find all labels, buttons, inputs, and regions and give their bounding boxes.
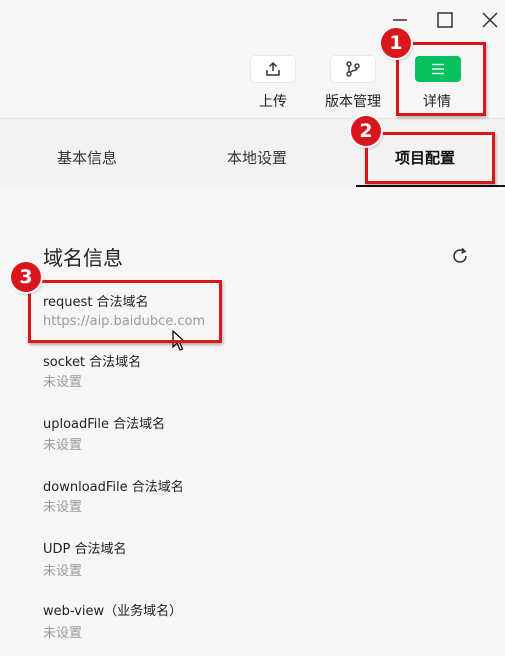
domain-item-value: 未设置: [43, 500, 83, 515]
domain-item-label: web-view（业务域名）: [43, 604, 183, 619]
domain-item-value: 未设置: [43, 438, 83, 453]
maximize-button[interactable]: [430, 6, 460, 34]
version-management-label: 版本管理: [325, 94, 381, 110]
tab-local-settings[interactable]: 本地设置: [227, 147, 287, 168]
close-button[interactable]: [475, 6, 505, 34]
maximize-icon: [437, 12, 453, 28]
annotation-badge-2: 2: [351, 116, 381, 146]
annotation-badge-3: 3: [11, 262, 41, 292]
refresh-icon[interactable]: [449, 245, 471, 267]
domain-item-label: downloadFile 合法域名: [43, 480, 184, 495]
domain-item-label: UDP 合法域名: [43, 542, 127, 557]
domain-item-label: uploadFile 合法域名: [43, 417, 166, 432]
domain-item-value: 未设置: [43, 626, 83, 641]
branch-icon: [346, 61, 360, 77]
annotation-box-project-config: [365, 132, 495, 184]
domain-item-value: 未设置: [43, 564, 83, 579]
upload-icon: [266, 61, 280, 76]
upload-button[interactable]: [251, 56, 295, 82]
upload-label: 上传: [259, 94, 287, 110]
version-management-button[interactable]: [331, 56, 375, 82]
section-title: 域名信息: [43, 246, 123, 270]
domain-item-label: socket 合法域名: [43, 355, 142, 370]
domain-item-value: 未设置: [43, 375, 83, 390]
close-icon: [482, 12, 498, 28]
tab-basic-info[interactable]: 基本信息: [57, 147, 117, 168]
annotation-box-request-domain: [28, 280, 222, 343]
annotation-box-details: [396, 42, 486, 116]
annotation-badge-1: 1: [381, 28, 411, 58]
minimize-icon: [393, 19, 407, 21]
